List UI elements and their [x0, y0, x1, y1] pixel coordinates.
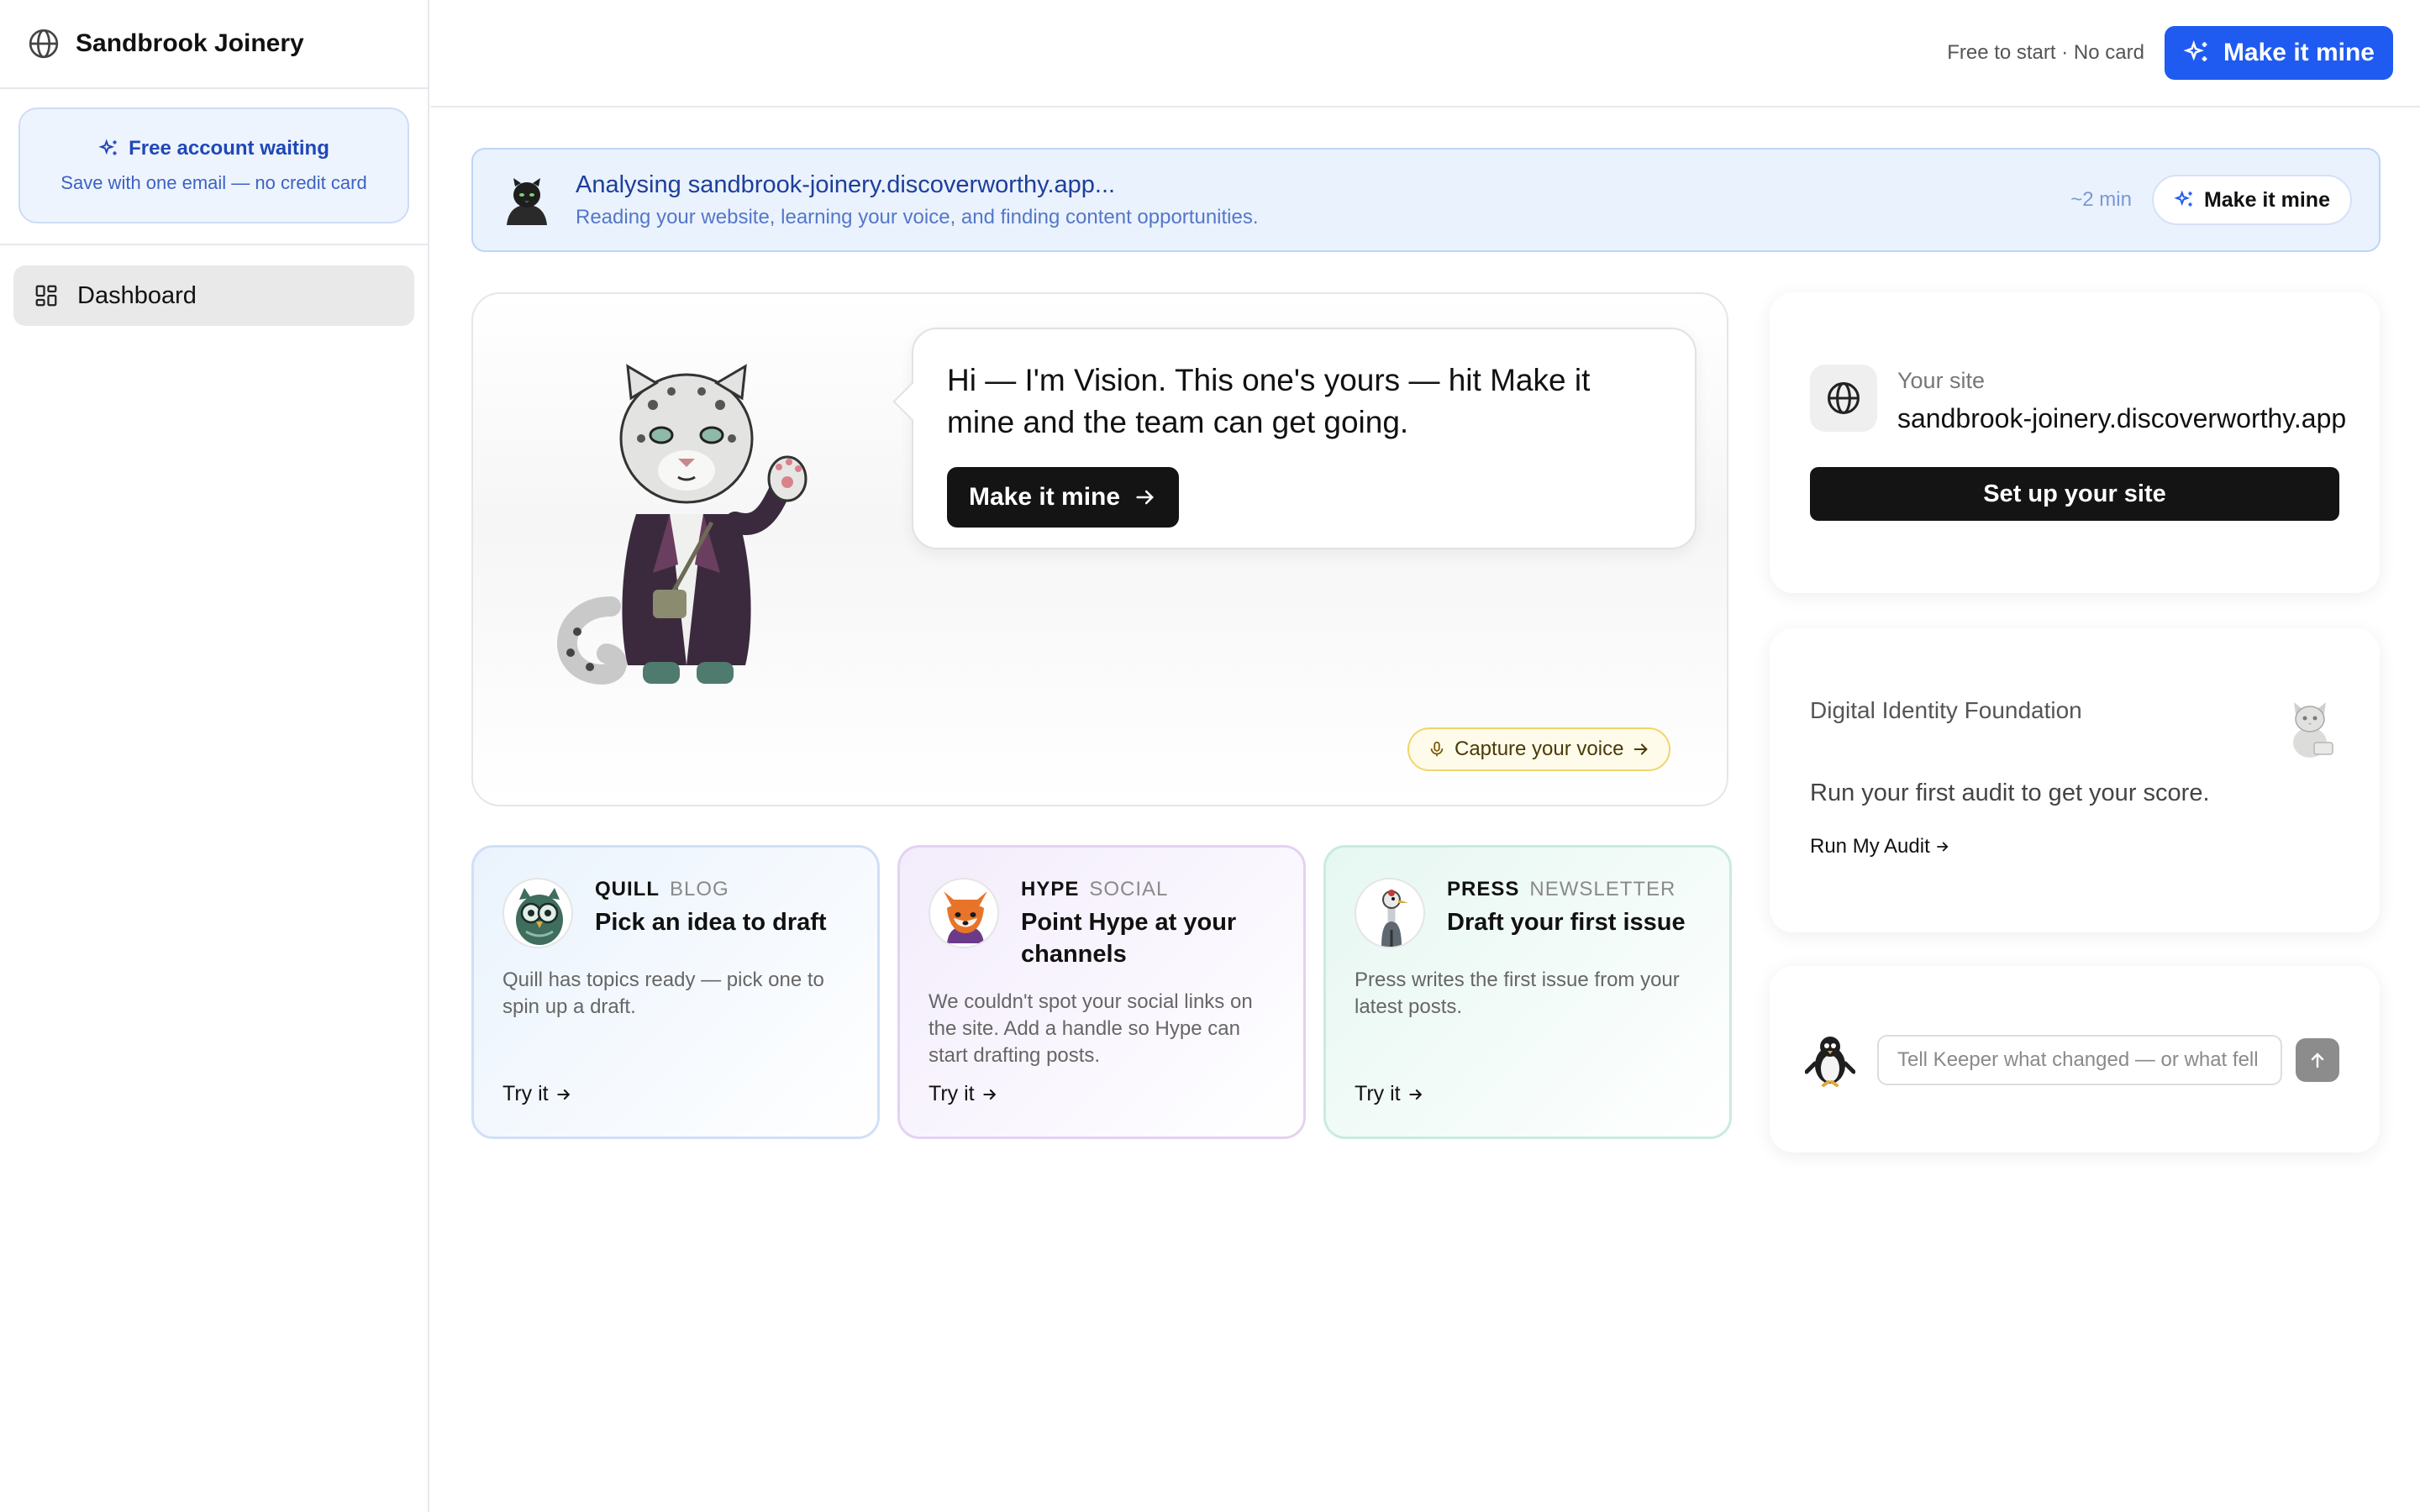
banner-subtitle: Reading your website, learning your voic… — [576, 205, 1259, 228]
set-up-site-button[interactable]: Set up your site — [1810, 467, 2339, 521]
capture-voice-button[interactable]: Capture your voice — [1407, 727, 1671, 771]
free-account-title: Free account waiting — [129, 137, 329, 160]
sidebar-item-label: Dashboard — [77, 281, 197, 309]
agent-card-quill[interactable]: QUILL BLOG Pick an idea to draft Quill ha… — [471, 845, 880, 1139]
make-it-mine-label: Make it mine — [2203, 187, 2330, 212]
agent-name: QUILL — [595, 878, 660, 900]
arrow-right-icon — [1136, 490, 1155, 505]
arrow-right-icon — [1634, 743, 1649, 755]
agent-type: SOCIAL — [1089, 878, 1169, 900]
vision-card: Hi — I'm Vision. This one's yours — hit … — [471, 292, 1728, 806]
agent-description: Quill has topics ready — pick one to spi… — [502, 969, 824, 1018]
sparkle-icon — [2174, 190, 2192, 207]
agent-headline: Pick an idea to draft — [595, 909, 827, 936]
make-it-mine-banner-button[interactable]: Make it mine — [2151, 175, 2352, 225]
agent-name: PRESS — [1447, 878, 1520, 900]
digital-identity-card: Digital Identity Foundation Run your fir… — [1770, 628, 2380, 932]
agent-headline: Point Hype at your channels — [1021, 909, 1237, 968]
microphone-icon — [1430, 741, 1444, 757]
header-note: Free to start · No card — [1947, 41, 2144, 64]
banner-title: Analysing sandbrook-joinery.discoverwort… — [576, 171, 1116, 198]
sparkle-icon — [2183, 39, 2207, 61]
grid-icon — [35, 285, 57, 307]
make-it-mine-label: Make it mine — [969, 483, 1121, 511]
banner-eta: ~2 min — [2070, 188, 2132, 211]
agent-type: NEWSLETTER — [1529, 878, 1676, 900]
agent-card-hype[interactable]: HYPE SOCIAL Point Hype at your channels W… — [897, 845, 1306, 1139]
agent-card-press[interactable]: PRESS NEWSLETTER Draft your first issue P… — [1323, 845, 1732, 1139]
try-it-press-link[interactable]: Try it — [1355, 1082, 1424, 1106]
top-header: Free to start · No card Make it mine — [431, 0, 2420, 108]
site-label: Your site — [1897, 368, 1986, 393]
crane-icon — [1381, 890, 1408, 947]
globe-icon — [1828, 382, 1860, 414]
make-it-mine-header-button[interactable]: Make it mine — [2164, 26, 2393, 80]
try-it-quill-link[interactable]: Try it — [502, 1082, 572, 1106]
run-audit-link[interactable]: Run My Audit — [1810, 835, 1950, 858]
agent-name: HYPE — [1021, 878, 1080, 900]
cat-illustration-icon — [2293, 702, 2333, 758]
keeper-card — [1770, 966, 2380, 1152]
panther-avatar-icon — [507, 178, 547, 225]
sidebar-item-dashboard[interactable]: Dashboard — [13, 265, 414, 326]
try-it-label: Try it — [1355, 1082, 1401, 1105]
capture-voice-label: Capture your voice — [1455, 738, 1624, 760]
make-it-mine-vision-button[interactable]: Make it mine — [947, 467, 1180, 528]
arrow-right-icon — [982, 1089, 996, 1100]
arrow-up-icon — [2311, 1053, 2324, 1068]
keeper-feedback-input[interactable] — [1877, 1035, 2282, 1085]
sparkle-icon — [98, 139, 117, 155]
your-site-card: Your site sandbrook-joinery.discoverwort… — [1770, 292, 2380, 593]
penguin-keeper-icon — [1805, 1037, 1855, 1087]
brand-name: Sandbrook Joinery — [76, 29, 304, 57]
brand[interactable]: Sandbrook Joinery — [0, 0, 428, 89]
agent-type: BLOG — [670, 878, 729, 900]
identity-title: Digital Identity Foundation — [1810, 697, 2082, 723]
try-it-label: Try it — [502, 1082, 549, 1105]
snow-leopard-mascot-icon — [557, 364, 808, 685]
site-url: sandbrook-joinery.discoverworthy.app — [1897, 403, 2347, 433]
agent-description: Press writes the first issue from your l… — [1355, 969, 1680, 1018]
fox-icon — [944, 891, 987, 943]
send-button[interactable] — [2296, 1038, 2339, 1082]
try-it-label: Try it — [929, 1082, 975, 1105]
make-it-mine-label: Make it mine — [2223, 39, 2375, 66]
sidebar: Sandbrook Joinery Free account waiting S… — [0, 0, 429, 1512]
agent-headline: Draft your first issue — [1447, 909, 1686, 936]
run-audit-label: Run My Audit — [1810, 835, 1930, 858]
identity-subtitle: Run your first audit to get your score. — [1810, 780, 2210, 806]
analysing-banner: Analysing sandbrook-joinery.discoverwort… — [471, 148, 2381, 252]
agent-description: We couldn't spot your social links on th… — [929, 990, 1253, 1067]
free-account-subtitle: Save with one email — no credit card — [60, 172, 367, 193]
vision-speech-bubble: Hi — I'm Vision. This one's yours — hit … — [912, 328, 1697, 549]
globe-icon — [29, 29, 59, 59]
free-account-card[interactable]: Free account waiting Save with one email… — [18, 108, 409, 223]
arrow-right-icon — [556, 1089, 570, 1100]
owl-icon — [516, 888, 563, 945]
sidebar-divider — [0, 244, 428, 245]
arrow-right-icon — [1936, 842, 1949, 852]
vision-message: Hi — I'm Vision. This one's yours — hit … — [947, 363, 1591, 439]
arrow-right-icon — [1408, 1089, 1422, 1100]
try-it-hype-link[interactable]: Try it — [929, 1082, 998, 1106]
